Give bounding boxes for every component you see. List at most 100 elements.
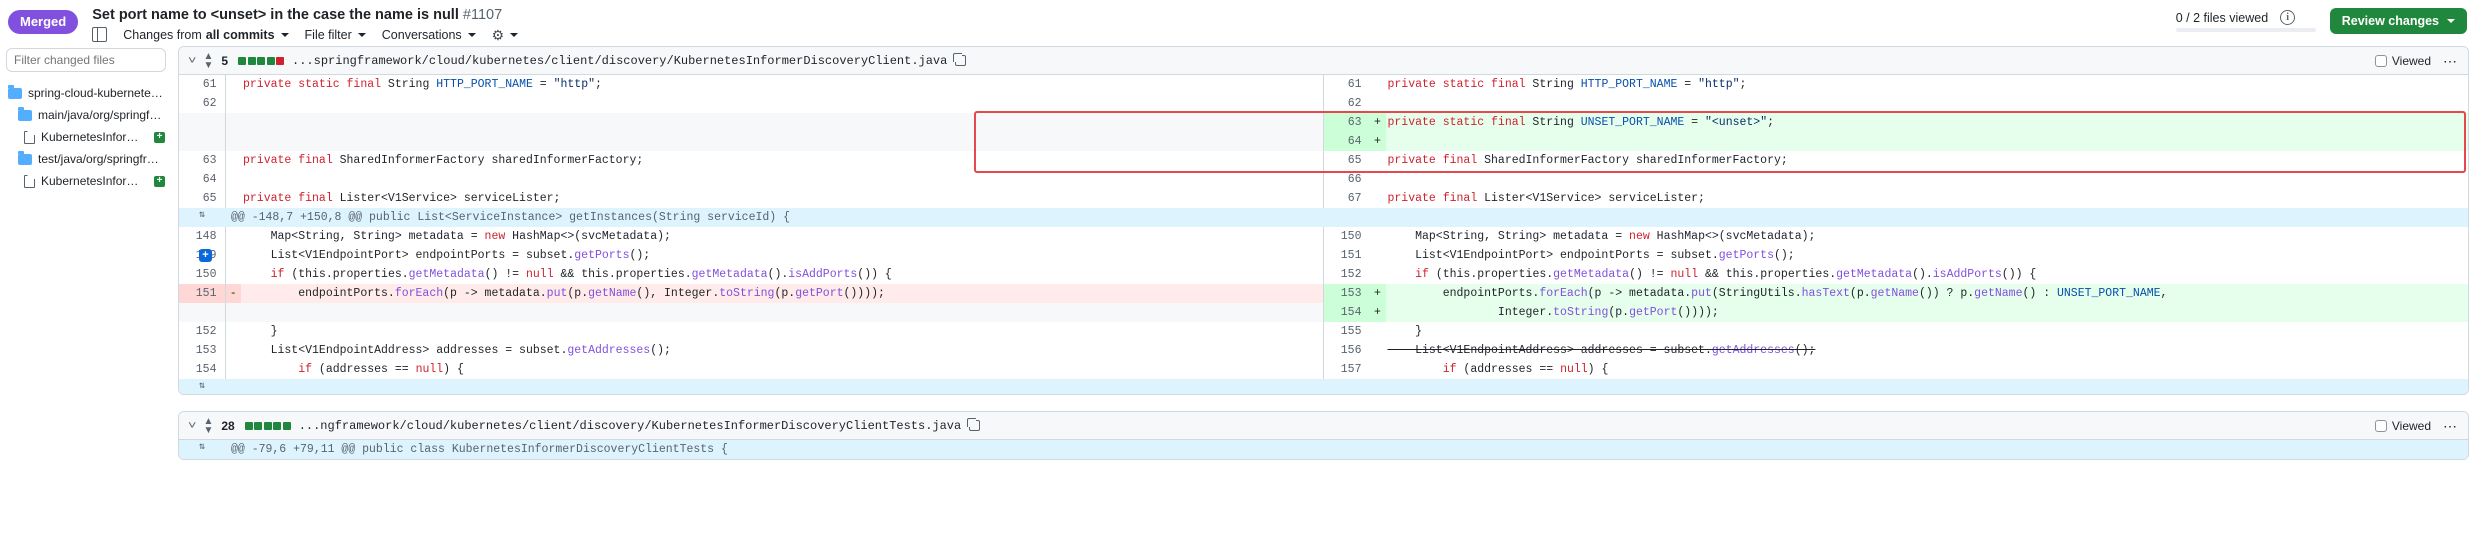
- file-options-kebab-icon[interactable]: ⋯: [2443, 419, 2458, 433]
- changes-from-dropdown[interactable]: Changes from all commits: [123, 27, 289, 42]
- folder-icon: [18, 151, 32, 165]
- viewed-checkbox-group[interactable]: Viewed: [2374, 54, 2431, 68]
- diff-toolbar: Changes from all commits File filter Con…: [92, 27, 519, 42]
- add-comment-button[interactable]: +: [199, 249, 212, 262]
- diff-table: 61 private static final String HTTP_PORT…: [179, 75, 2468, 394]
- copy-icon[interactable]: [952, 52, 967, 66]
- expand-collapse-icon[interactable]: ▲ ▼: [203, 51, 213, 70]
- review-changes-button[interactable]: Review changes: [2329, 8, 2467, 34]
- tree-item-file[interactable]: KubernetesInformerDiscove... +: [6, 170, 165, 192]
- diff-sign-right: +: [1369, 132, 1386, 151]
- diff-sign-left: [225, 341, 241, 360]
- line-number-right: 155: [1323, 322, 1370, 341]
- diff-sign-right: +: [1369, 113, 1386, 132]
- diff-sign-left: [225, 113, 241, 132]
- chevron-down-icon: [280, 32, 289, 37]
- diff-sign-right: [1370, 265, 1386, 284]
- line-number-left: 149 +: [179, 246, 226, 265]
- file-tree: spring-cloud-kubernetes-client-d... main…: [6, 82, 165, 192]
- line-number-left: 151: [179, 284, 226, 303]
- diff-sign-left: [225, 265, 241, 284]
- folder-icon: [18, 107, 32, 121]
- code-left: private static final String HTTP_PORT_NA…: [241, 75, 1324, 94]
- line-number-left: 153: [179, 341, 226, 360]
- code-left: }: [241, 322, 1324, 341]
- tree-item-file[interactable]: KubernetesInformerDiscove... +: [6, 126, 165, 148]
- diff-sign-right: [1370, 246, 1386, 265]
- conversations-label: Conversations: [381, 27, 462, 42]
- line-number-right: 152: [1323, 265, 1370, 284]
- line-number-right: 67: [1323, 189, 1370, 208]
- files-viewed-row: 0 / 2 files viewed i: [2176, 10, 2316, 25]
- line-number-left: 65: [179, 189, 226, 208]
- changes-from-value: all commits: [205, 27, 275, 42]
- diff-row: 149 + List<V1EndpointPort> endpointPorts…: [179, 246, 2468, 265]
- diff-main: ˅ ▲ ▼ 5 ...springframework/cloud/kubernet…: [172, 46, 2481, 544]
- code-left: if (this.properties.getMetadata() != nul…: [241, 265, 1324, 284]
- code-right: if (this.properties.getMetadata() != nul…: [1385, 265, 2468, 284]
- diff-sign-right: [1370, 189, 1386, 208]
- file-filter-dropdown[interactable]: File filter: [305, 28, 366, 42]
- viewed-label: Viewed: [2391, 418, 2431, 433]
- tree-item-label: test/java/org/springframework/cl...: [38, 152, 165, 166]
- viewed-checkbox[interactable]: [2374, 419, 2387, 432]
- file-header-actions: Viewed ⋯: [2374, 418, 2458, 433]
- diff-sign-left: [225, 75, 241, 94]
- expand-hunk-button-bottom[interactable]: ⇅: [179, 379, 225, 394]
- tree-item-folder[interactable]: spring-cloud-kubernetes-client-d...: [6, 82, 165, 104]
- diff-sign-right: [1370, 94, 1386, 113]
- pr-title-text: Set port name to <unset> in the case the…: [92, 7, 459, 23]
- expand-hunk-button[interactable]: ⇅: [179, 440, 225, 459]
- code-right: if (addresses == null) {: [1385, 360, 2468, 379]
- sidebar-toggle-icon[interactable]: [92, 27, 108, 42]
- diff-row: 154 + Integer.toString(p.getPort())));: [179, 303, 2468, 322]
- hunk-range-text: @@ -79,6 +79,11 @@ public class Kubernet…: [225, 440, 2468, 459]
- diff-row: 65 private final Lister<V1Service> servi…: [179, 189, 2468, 208]
- tree-item-folder[interactable]: main/java/org/springframework/c...: [6, 104, 165, 126]
- added-badge: +: [154, 175, 165, 187]
- diff-sign-left: [225, 151, 241, 170]
- files-viewed-progress: [2175, 28, 2316, 32]
- file-path[interactable]: ...ngframework/cloud/kubernetes/client/d…: [299, 419, 962, 433]
- file-diff-header: ˅ ▲ ▼ 28 ...ngframework/cloud/kubernetes/…: [179, 412, 2468, 440]
- file-options-kebab-icon[interactable]: ⋯: [2443, 54, 2458, 68]
- code-left: [241, 132, 1324, 151]
- code-right: [1385, 132, 2468, 151]
- diff-sign-left: [225, 170, 241, 189]
- file-path[interactable]: ...springframework/cloud/kubernetes/clie…: [292, 54, 947, 68]
- line-number-left: [179, 303, 226, 322]
- tree-item-folder[interactable]: test/java/org/springframework/cl...: [6, 148, 165, 170]
- expand-hunk-button[interactable]: ⇅: [179, 208, 225, 227]
- code-right: [1385, 94, 2468, 113]
- copy-icon[interactable]: [966, 417, 981, 431]
- conversations-dropdown[interactable]: Conversations: [382, 28, 476, 42]
- files-viewed-group: 0 / 2 files viewed i: [2175, 10, 2316, 32]
- code-left: Map<String, String> metadata = new HashM…: [241, 227, 1324, 246]
- chevron-down-icon[interactable]: ˅: [188, 55, 196, 67]
- changes-from-label: Changes from: [123, 27, 202, 42]
- line-number-right: 156: [1323, 341, 1370, 360]
- code-left: [241, 94, 1324, 113]
- filter-changed-files-input[interactable]: [6, 48, 166, 72]
- tree-item-label: main/java/org/springframework/c...: [38, 108, 165, 122]
- chevron-down-icon[interactable]: ˅: [188, 420, 196, 432]
- title-block: Set port name to <unset> in the case the…: [92, 6, 519, 42]
- code-left: [241, 303, 1324, 322]
- settings-dropdown[interactable]: ⚙: [492, 28, 519, 42]
- file-icon: [24, 174, 35, 188]
- diff-sign-left: [225, 94, 241, 113]
- hunk-footer-text: [225, 379, 2468, 394]
- diff-sign-right: +: [1369, 284, 1386, 303]
- code-left: endpointPorts.forEach(p -> metadata.put(…: [241, 284, 1324, 303]
- diff-sign-left: -: [225, 284, 241, 303]
- viewed-checkbox-group[interactable]: Viewed: [2374, 418, 2431, 433]
- diff-sign-right: [1370, 322, 1386, 341]
- info-icon[interactable]: i: [2280, 10, 2296, 25]
- code-right: endpointPorts.forEach(p -> metadata.put(…: [1385, 284, 2468, 303]
- diffstat-blocks: [244, 421, 291, 430]
- expand-collapse-icon[interactable]: ▲ ▼: [203, 416, 213, 435]
- viewed-checkbox[interactable]: [2374, 54, 2387, 67]
- folder-icon: [8, 85, 22, 99]
- diffstat-blocks: [238, 56, 285, 65]
- line-number-left: 61: [179, 75, 226, 94]
